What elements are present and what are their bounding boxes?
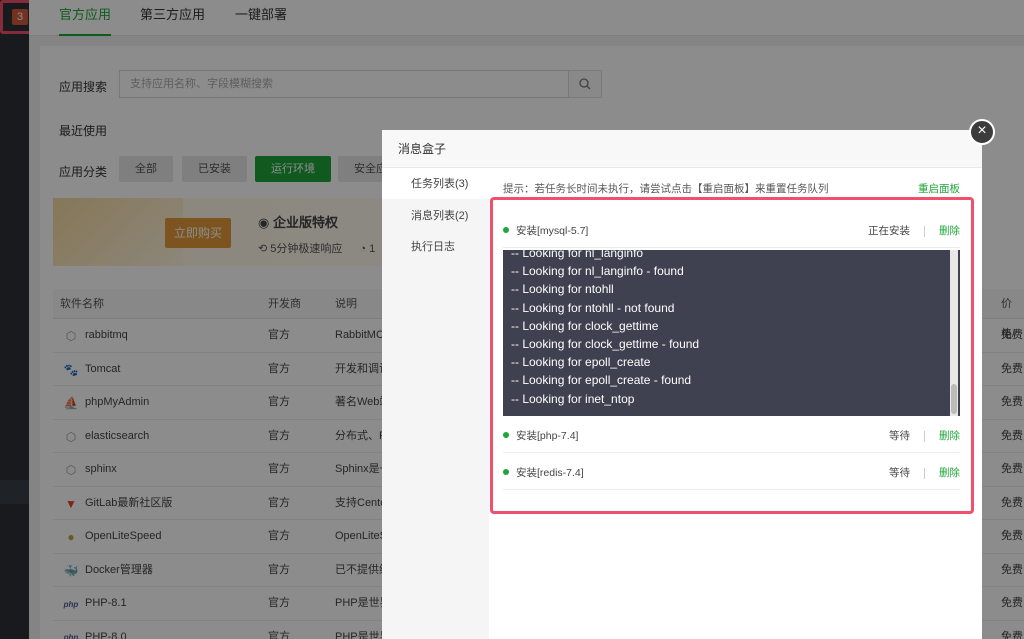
modal-sidebar: 任务列表(3) 消息列表(2) 执行日志 [382,169,489,639]
side-exec-log[interactable]: 执行日志 [382,232,489,262]
close-modal-button[interactable]: × [969,119,995,145]
task-hint: 提示：若任务长时间未执行，请尝试点击【重启面板】来重置任务队列 [503,183,829,195]
side-message-list[interactable]: 消息列表(2) [382,201,489,231]
modal-title: 消息盒子 [382,130,982,168]
side-task-list[interactable]: 任务列表(3) [382,169,489,199]
restart-panel-link[interactable]: 重启面板 [918,181,960,196]
highlight-box [490,197,974,514]
close-icon: × [977,122,987,139]
